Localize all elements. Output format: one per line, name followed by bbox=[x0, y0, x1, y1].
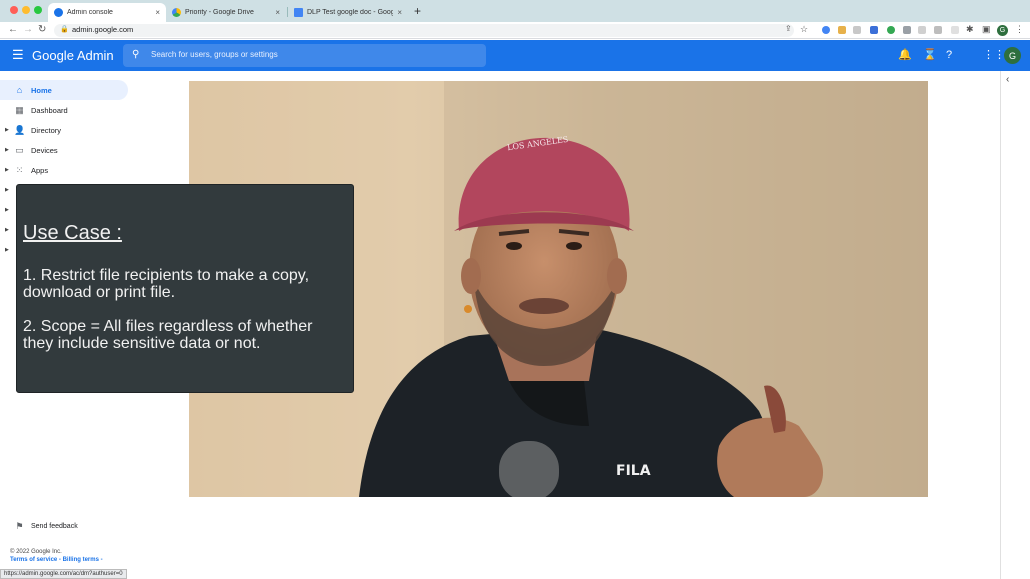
sidebar-item-dashboard[interactable]: ▦ Dashboard bbox=[0, 100, 128, 120]
footer-links[interactable]: Terms of service - Billing terms - bbox=[10, 557, 103, 563]
caption-title: Use Case : bbox=[23, 222, 122, 244]
profile-avatar[interactable]: G bbox=[997, 25, 1008, 36]
home-icon: ⌂ bbox=[16, 85, 23, 95]
extension-icon[interactable] bbox=[853, 26, 861, 34]
chevron-left-icon[interactable]: ‹ bbox=[1006, 74, 1009, 85]
omnibox[interactable] bbox=[54, 24, 794, 37]
extension-icon[interactable] bbox=[822, 26, 830, 34]
tab-admin-console[interactable]: Admin console × bbox=[48, 3, 166, 22]
extension-icon[interactable] bbox=[918, 26, 926, 34]
right-side-panel: ‹ bbox=[1000, 71, 1030, 579]
apps-grid-icon: ⁙ bbox=[15, 164, 24, 175]
admin-header: ☰ Google Admin ⚲ 🔔 ⌛ ? ⋮⋮ G bbox=[0, 40, 1030, 71]
expand-caret-icon[interactable]: ▶ bbox=[5, 247, 9, 253]
docs-favicon-icon bbox=[294, 8, 303, 17]
notifications-bell-icon[interactable]: 🔔 bbox=[898, 50, 912, 61]
browser-tab-bar: Admin console × Priority - Google Drive … bbox=[0, 0, 1030, 22]
expand-caret-icon[interactable]: ▶ bbox=[5, 207, 9, 213]
hourglass-tasks-icon[interactable]: ⌛ bbox=[923, 50, 937, 61]
app-title[interactable]: Google Admin bbox=[32, 48, 114, 63]
tab-priority-drive[interactable]: Priority - Google Drive × bbox=[166, 3, 286, 22]
back-arrow-icon[interactable]: ← bbox=[8, 24, 18, 35]
address-bar: ← → ↻ 🔒 admin.google.com ⇪ ☆ ✱ ▣ G ⋮ bbox=[0, 22, 1030, 39]
extension-icon[interactable] bbox=[903, 26, 911, 34]
close-tab-icon[interactable]: × bbox=[397, 8, 402, 17]
devices-icon: ▭ bbox=[15, 144, 24, 155]
close-tab-icon[interactable]: × bbox=[275, 8, 280, 17]
extensions-puzzle-icon[interactable]: ✱ bbox=[966, 24, 974, 35]
zoom-window-button[interactable] bbox=[34, 6, 42, 14]
expand-caret-icon[interactable]: ▶ bbox=[5, 187, 9, 193]
send-feedback-button[interactable]: ⚑ Send feedback bbox=[0, 516, 128, 536]
account-avatar[interactable]: G bbox=[1004, 47, 1021, 64]
extension-icon[interactable] bbox=[934, 26, 942, 34]
copyright-text: © 2022 Google Inc. bbox=[10, 549, 62, 555]
person-icon: 👤 bbox=[14, 124, 26, 135]
extension-icon[interactable] bbox=[838, 26, 846, 34]
use-case-caption-card: Use Case : 1. Restrict file recipients t… bbox=[16, 184, 354, 393]
close-window-button[interactable] bbox=[10, 6, 18, 14]
extension-icon[interactable] bbox=[870, 26, 878, 34]
share-icon[interactable]: ⇪ bbox=[785, 24, 792, 33]
sidebar-item-home[interactable]: ⌂ Home bbox=[0, 80, 128, 100]
expand-caret-icon[interactable]: ▶ bbox=[5, 147, 9, 153]
extension-icon[interactable] bbox=[951, 26, 959, 34]
apps-launcher-icon[interactable]: ⋮⋮ bbox=[983, 50, 1005, 61]
hoodie-logo: FILA bbox=[616, 463, 651, 479]
caption-line-2: 2. Scope = All files regardless of wheth… bbox=[23, 318, 313, 352]
browser-menu-icon[interactable]: ⋮ bbox=[1015, 24, 1024, 35]
reload-icon[interactable]: ↻ bbox=[38, 24, 46, 35]
search-icon: ⚲ bbox=[132, 49, 140, 60]
dashboard-icon: ▦ bbox=[15, 104, 24, 115]
sidebar-item-apps[interactable]: ▶ ⁙ Apps bbox=[0, 160, 128, 180]
tab-dlp-test-doc[interactable]: DLP Test google doc - Google D × bbox=[288, 3, 408, 22]
side-panel-icon[interactable]: ▣ bbox=[982, 24, 991, 35]
forward-arrow-icon[interactable]: → bbox=[23, 24, 33, 35]
feedback-icon: ⚑ bbox=[15, 520, 24, 531]
lock-icon[interactable]: 🔒 bbox=[60, 25, 69, 33]
expand-caret-icon[interactable]: ▶ bbox=[5, 167, 9, 173]
new-tab-button[interactable]: + bbox=[414, 4, 421, 18]
hamburger-menu-icon[interactable]: ☰ bbox=[12, 47, 24, 63]
close-tab-icon[interactable]: × bbox=[155, 8, 160, 17]
drive-favicon-icon bbox=[172, 8, 181, 17]
expand-caret-icon[interactable]: ▶ bbox=[5, 127, 9, 133]
minimize-window-button[interactable] bbox=[22, 6, 30, 14]
url-text[interactable]: admin.google.com bbox=[72, 25, 133, 34]
sidebar-item-directory[interactable]: ▶ 👤 Directory bbox=[0, 120, 128, 140]
extension-icon[interactable] bbox=[887, 26, 895, 34]
search-box[interactable]: ⚲ bbox=[123, 44, 486, 67]
caption-line-1: 1. Restrict file recipients to make a co… bbox=[23, 267, 310, 301]
sidebar-item-devices[interactable]: ▶ ▭ Devices bbox=[0, 140, 128, 160]
expand-caret-icon[interactable]: ▶ bbox=[5, 227, 9, 233]
status-bar-url: https://admin.google.com/ac/dm?authuser=… bbox=[0, 569, 127, 579]
admin-favicon-icon bbox=[54, 8, 63, 17]
search-input[interactable] bbox=[151, 50, 471, 59]
help-icon[interactable]: ? bbox=[946, 50, 952, 61]
bookmark-star-icon[interactable]: ☆ bbox=[800, 24, 808, 35]
